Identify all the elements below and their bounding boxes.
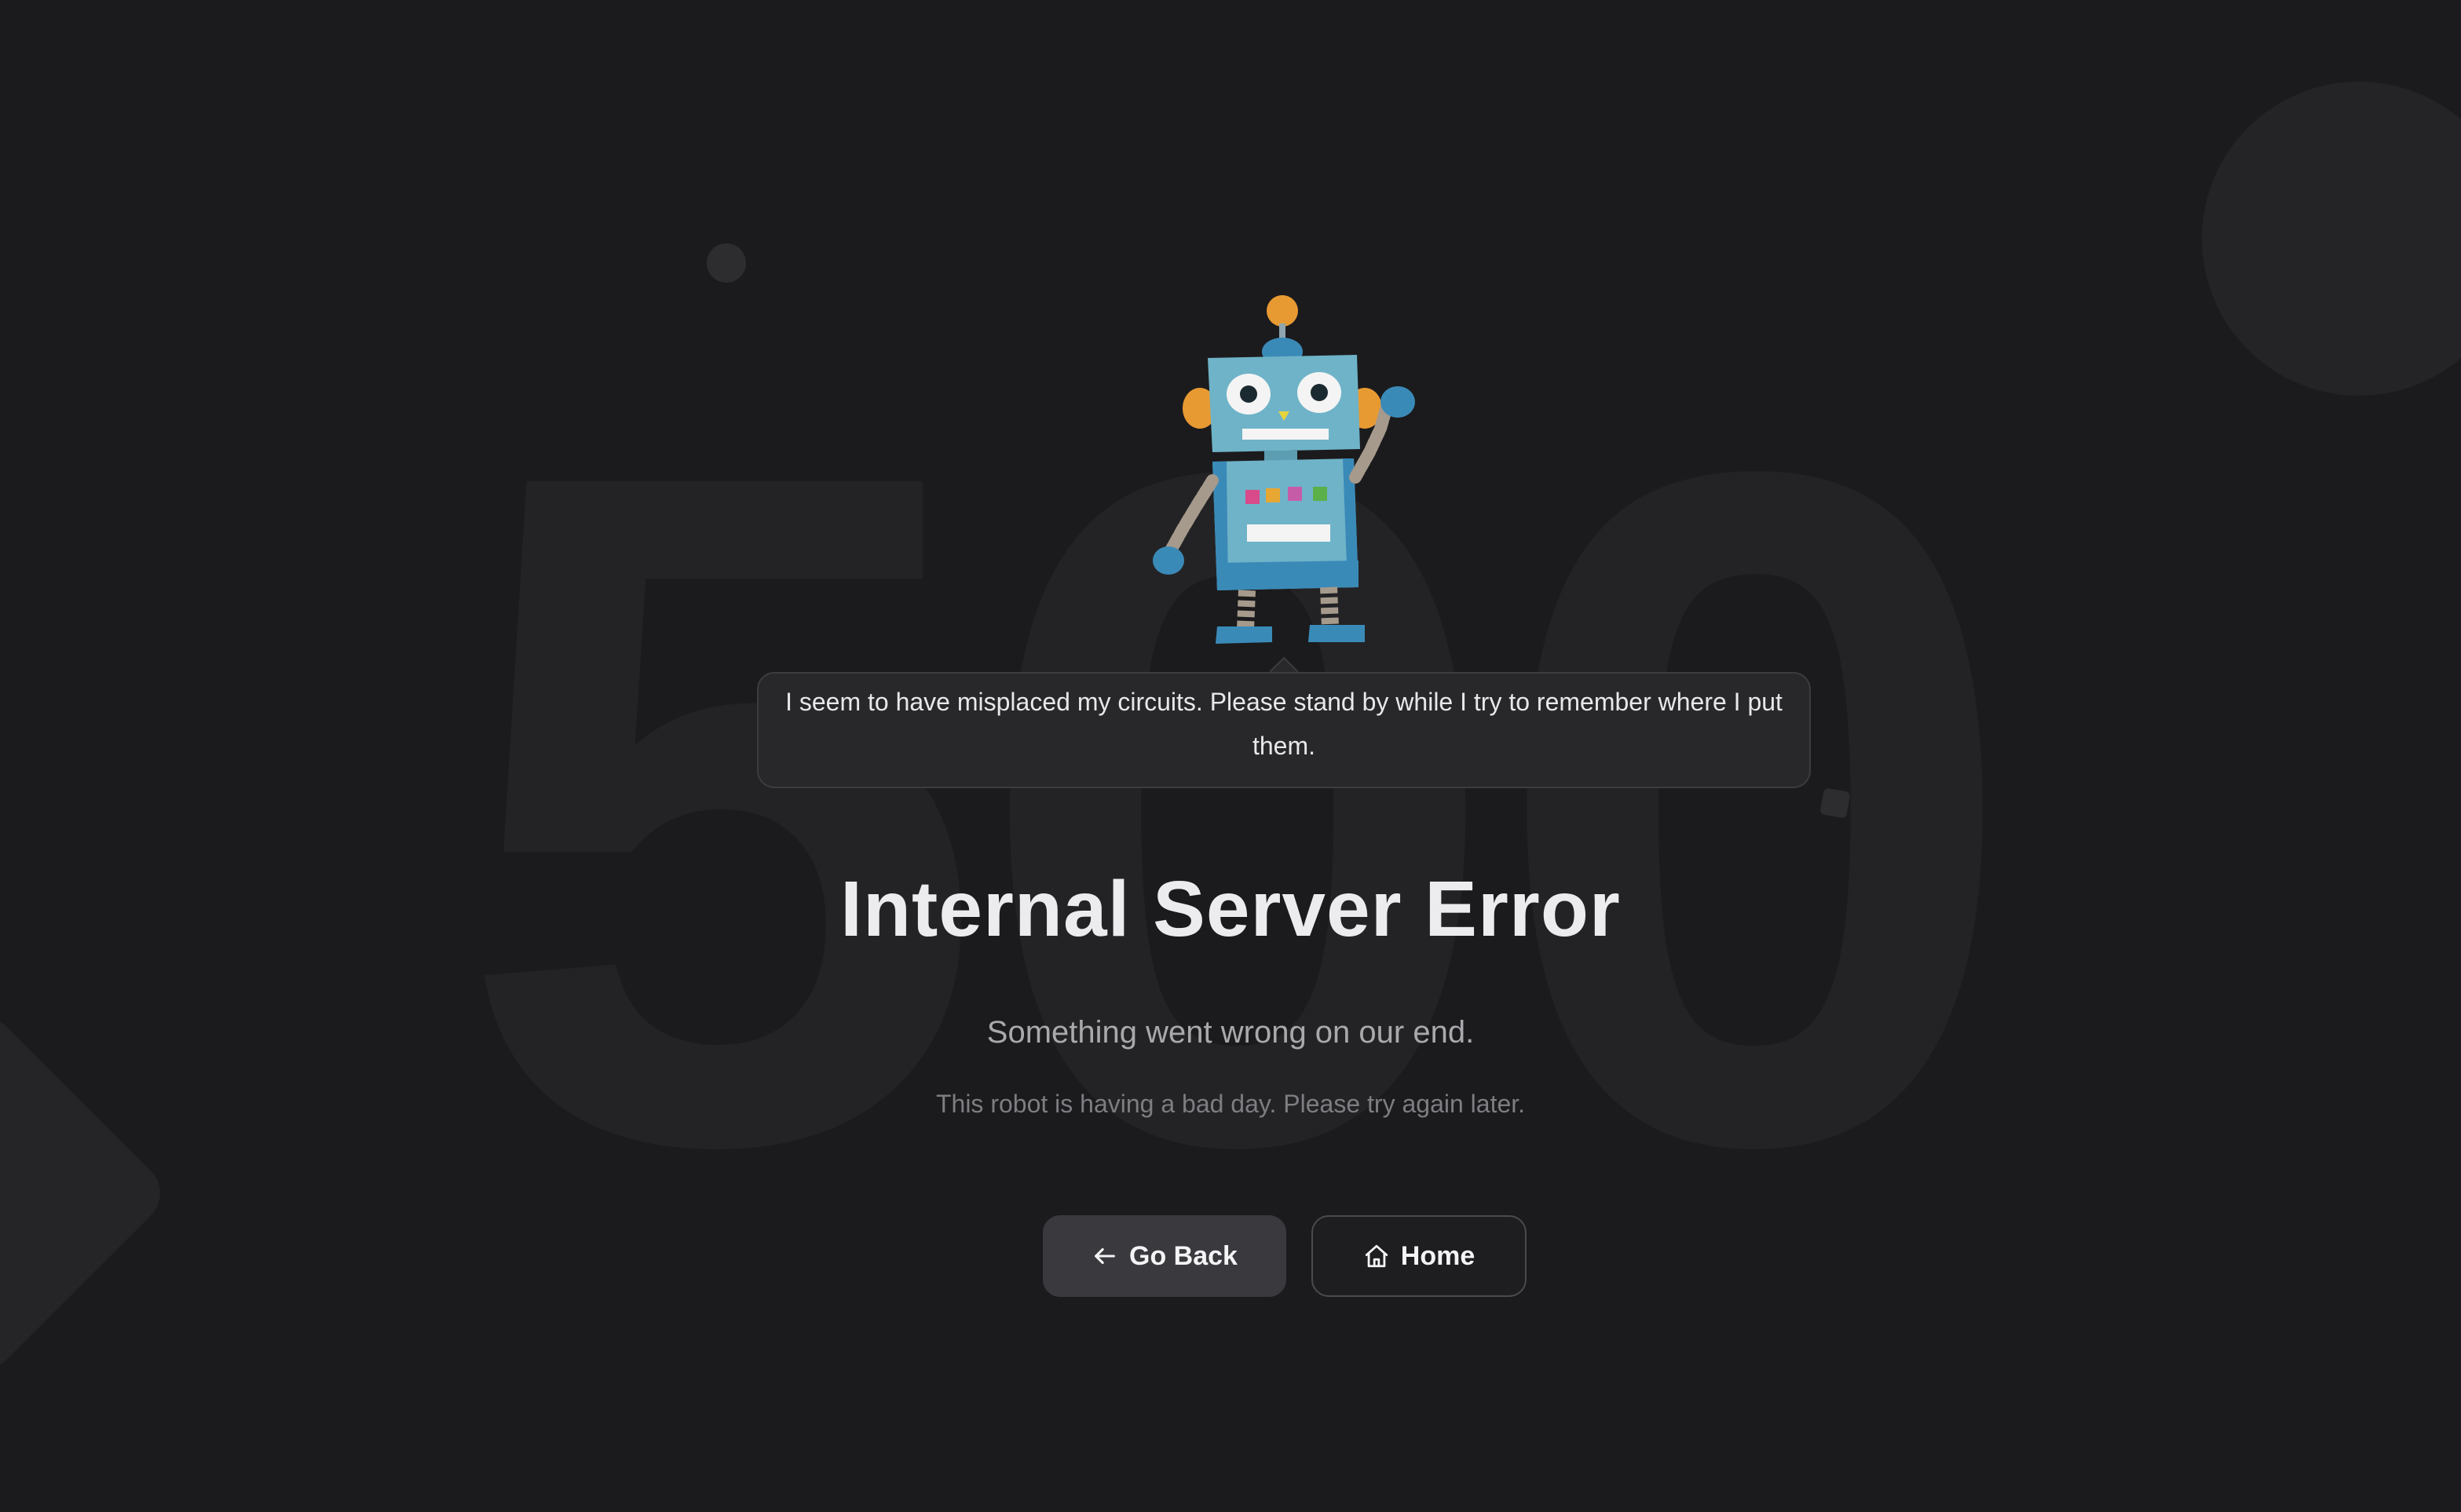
page-title: Internal Server Error xyxy=(840,865,1621,953)
go-back-label: Go Back xyxy=(1129,1240,1238,1271)
arrow-left-icon xyxy=(1092,1243,1118,1269)
decorative-dot xyxy=(707,243,746,283)
error-subtitle: Something went wrong on our end. xyxy=(986,1015,1475,1050)
go-back-button[interactable]: Go Back xyxy=(1043,1215,1286,1297)
robot-illustration xyxy=(1131,284,1429,653)
error-page: 500 I seem to have misplaced my circuits… xyxy=(0,0,2461,1512)
home-label: Home xyxy=(1400,1240,1476,1271)
home-icon xyxy=(1363,1243,1390,1269)
error-detail: This robot is having a bad day. Please t… xyxy=(935,1090,1526,1118)
speech-bubble: I seem to have misplaced my circuits. Pl… xyxy=(757,672,1811,788)
decorative-square xyxy=(1819,787,1851,819)
home-button[interactable]: Home xyxy=(1311,1215,1527,1297)
